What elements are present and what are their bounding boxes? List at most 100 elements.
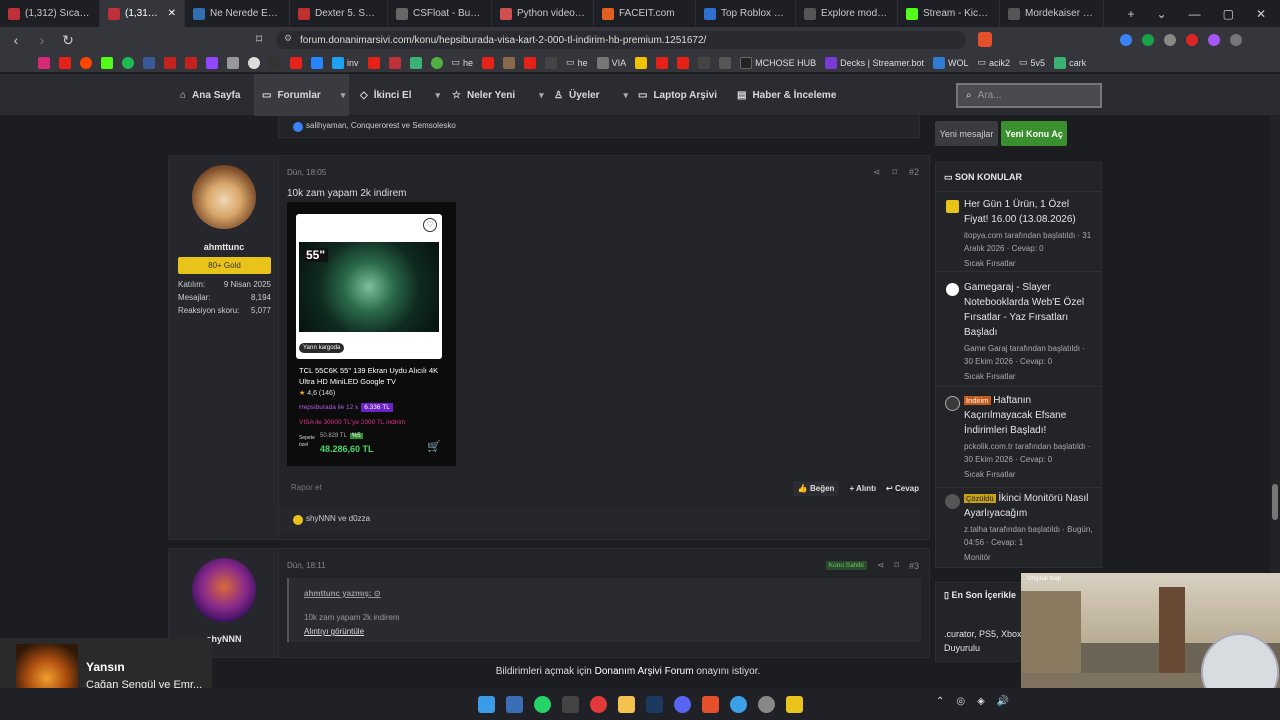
bookmark-item[interactable]: WOL [932,56,969,69]
topic-category[interactable]: Sıcak Fırsatlar [964,370,1093,383]
bookmark-icon[interactable]: ⌑ [256,32,262,46]
bookmark-icon[interactable] [122,56,134,69]
favorite-heart-icon[interactable]: ♡ [423,218,437,232]
youtube-icon[interactable] [367,56,380,69]
nav-members[interactable]: ♙ Üyeler ▾ [554,74,628,116]
bookmark-folder[interactable]: ▭ acik2 [978,57,1011,68]
nav-second-hand[interactable]: ◇ İkinci El ▾ [360,74,440,116]
bookmark-icon[interactable] [311,56,323,69]
quote-button[interactable]: + Alıntı [849,481,876,496]
whatsapp-icon[interactable] [533,695,551,713]
bookmark-icon[interactable] [635,56,648,69]
bookmark-folder[interactable]: ▭ he [566,57,588,68]
reaction-users[interactable]: shyNNN ve d0zza [306,514,370,523]
close-window-button[interactable]: ✕ [1256,7,1266,21]
product-screenshot[interactable]: ♡ 55" Yarın kargoda TCL 55C6K 55" 139 Ek… [287,202,456,466]
gmail-icon[interactable] [164,56,176,69]
topic-category[interactable]: Sıcak Fırsatlar [964,257,1093,270]
topic-item[interactable]: Çözüldü İkinci Monitörü Nasıl Ayarlıyaca… [944,491,1093,564]
avatar[interactable] [192,165,256,229]
reply-button[interactable]: ↩ Cevap [886,481,919,496]
youtube-icon[interactable] [290,56,302,69]
minimize-button[interactable]: — [1189,7,1201,21]
new-messages-button[interactable]: Yeni mesajlar [935,121,998,146]
extension-icon[interactable] [1208,34,1220,46]
browser-tab[interactable]: Ne Nerede En Ucuz [185,0,290,27]
file-explorer-icon[interactable] [617,695,635,713]
close-tab-icon[interactable]: ✕ [168,8,176,19]
browser-tab[interactable]: Top Roblox Games [696,0,796,27]
maximize-button[interactable]: ▢ [1223,7,1234,21]
topic-title[interactable]: Gamegaraj - Slayer Notebooklarda Web'E Ö… [964,280,1093,340]
browser-tab[interactable]: Python video indirn [492,0,594,27]
browser-tab[interactable]: Dexter 5. Sezon 3. [290,0,388,27]
windows-start-icon[interactable] [477,695,495,713]
bookmark-item[interactable]: Decks | Streamer.bot [825,56,924,69]
browser-tab[interactable]: CSFloat - Buy & Se [388,0,492,27]
nav-laptop-archive[interactable]: ▭ Laptop Arşivi [638,74,717,116]
chevron-down-icon[interactable]: ▾ [341,90,346,101]
youtube-icon[interactable] [482,56,495,69]
topic-category[interactable]: Monitör [964,551,1093,564]
bookmark-item[interactable]: cark [1054,56,1086,69]
quote-expand-link[interactable]: Alıntıyı görüntüle [304,627,364,636]
nav-forums[interactable]: ▭ Forumlar ▾ [254,74,349,116]
share-icon[interactable]: ⋖ [873,167,881,178]
back-icon[interactable]: ‹ [6,32,26,48]
tray-app-icon[interactable]: ◈ [977,696,985,707]
report-link[interactable]: Rapor et [291,483,322,492]
forward-icon[interactable]: › [32,32,52,48]
topic-item[interactable]: İndirim Haftanın Kaçırılmayacak Efsane İ… [944,393,1093,481]
bookmark-folder[interactable]: ▭ 5v5 [1019,57,1045,68]
add-to-cart-icon[interactable]: 🛒 [427,440,441,453]
app-icon[interactable] [729,695,747,713]
browser-tab[interactable]: Mordekaiser Build [1000,0,1104,27]
topic-item[interactable]: Her Gün 1 Ürün, 1 Özel Fiyat! 16.00 (13.… [944,197,1093,270]
bookmark-icon[interactable] [206,56,218,69]
extension-icon[interactable] [1120,34,1132,46]
tab-search-icon[interactable]: ⌄ [1157,7,1167,21]
topic-title[interactable]: Her Gün 1 Ürün, 1 Özel Fiyat! 16.00 (13.… [964,197,1093,227]
topic-item[interactable]: Gamegaraj - Slayer Notebooklarda Web'E Ö… [944,280,1093,383]
topic-category[interactable]: Sıcak Fırsatlar [964,468,1093,481]
post-number[interactable]: #2 [909,167,919,178]
bookmark-item[interactable]: VIA [596,56,626,69]
post-time[interactable]: Dün, 18:11 [287,561,326,570]
widgets-icon[interactable] [505,695,523,713]
address-bar[interactable]: ⚙ forum.donanimarsivi.com/konu/hepsibura… [276,31,966,49]
bookmark-icon[interactable] [719,56,732,69]
post-number[interactable]: #3 [909,561,919,571]
new-tab-button[interactable]: + [1128,7,1135,21]
like-button[interactable]: 👍 Beğen [792,481,840,496]
extension-icon[interactable] [1186,34,1198,46]
post-time[interactable]: Dün, 18:05 [287,168,326,177]
youtube-icon[interactable] [677,56,690,69]
bookmark-icon[interactable]: ⌑ [892,167,897,178]
reload-icon[interactable]: ↻ [58,32,78,49]
browser-tab[interactable]: FACEIT.com [594,0,696,27]
bookmark-item[interactable]: inv [332,56,359,69]
reaction-users[interactable]: salihyaman, Conquerorest ve Semsolesko [306,121,456,130]
search-input[interactable]: ⌕ Ara... [956,83,1102,108]
browser-tab[interactable]: (1,312) İndi ✕ [100,0,185,27]
username[interactable]: ahmttunc [169,242,279,252]
nav-news-reviews[interactable]: ▤ Haber & İnceleme [737,74,836,116]
topic-title[interactable]: İndirim Haftanın Kaçırılmayacak Efsane İ… [964,393,1093,438]
site-info-icon[interactable]: ⚙ [284,33,292,44]
bookmark-icon[interactable] [248,56,260,69]
app-icon[interactable] [589,695,607,713]
browser-tab[interactable]: (1,312) Sıcak Fırsatl [0,0,100,27]
youtube-icon[interactable] [656,56,669,69]
bookmark-icon[interactable] [545,56,558,69]
brave-icon[interactable] [701,695,719,713]
extension-icon[interactable] [1164,34,1176,46]
bookmark-folder[interactable]: ▭ he [452,57,474,68]
app-icon[interactable] [785,695,803,713]
bookmark-icon[interactable]: ⌑ [894,560,899,571]
bookmark-icon[interactable] [409,56,422,69]
nav-home[interactable]: ⌂ Ana Sayfa [180,74,240,116]
extension-icon[interactable] [1230,34,1242,46]
tray-app-icon[interactable]: ◎ [956,696,965,707]
extension-icon[interactable] [1142,34,1154,46]
discord-icon[interactable] [673,695,691,713]
